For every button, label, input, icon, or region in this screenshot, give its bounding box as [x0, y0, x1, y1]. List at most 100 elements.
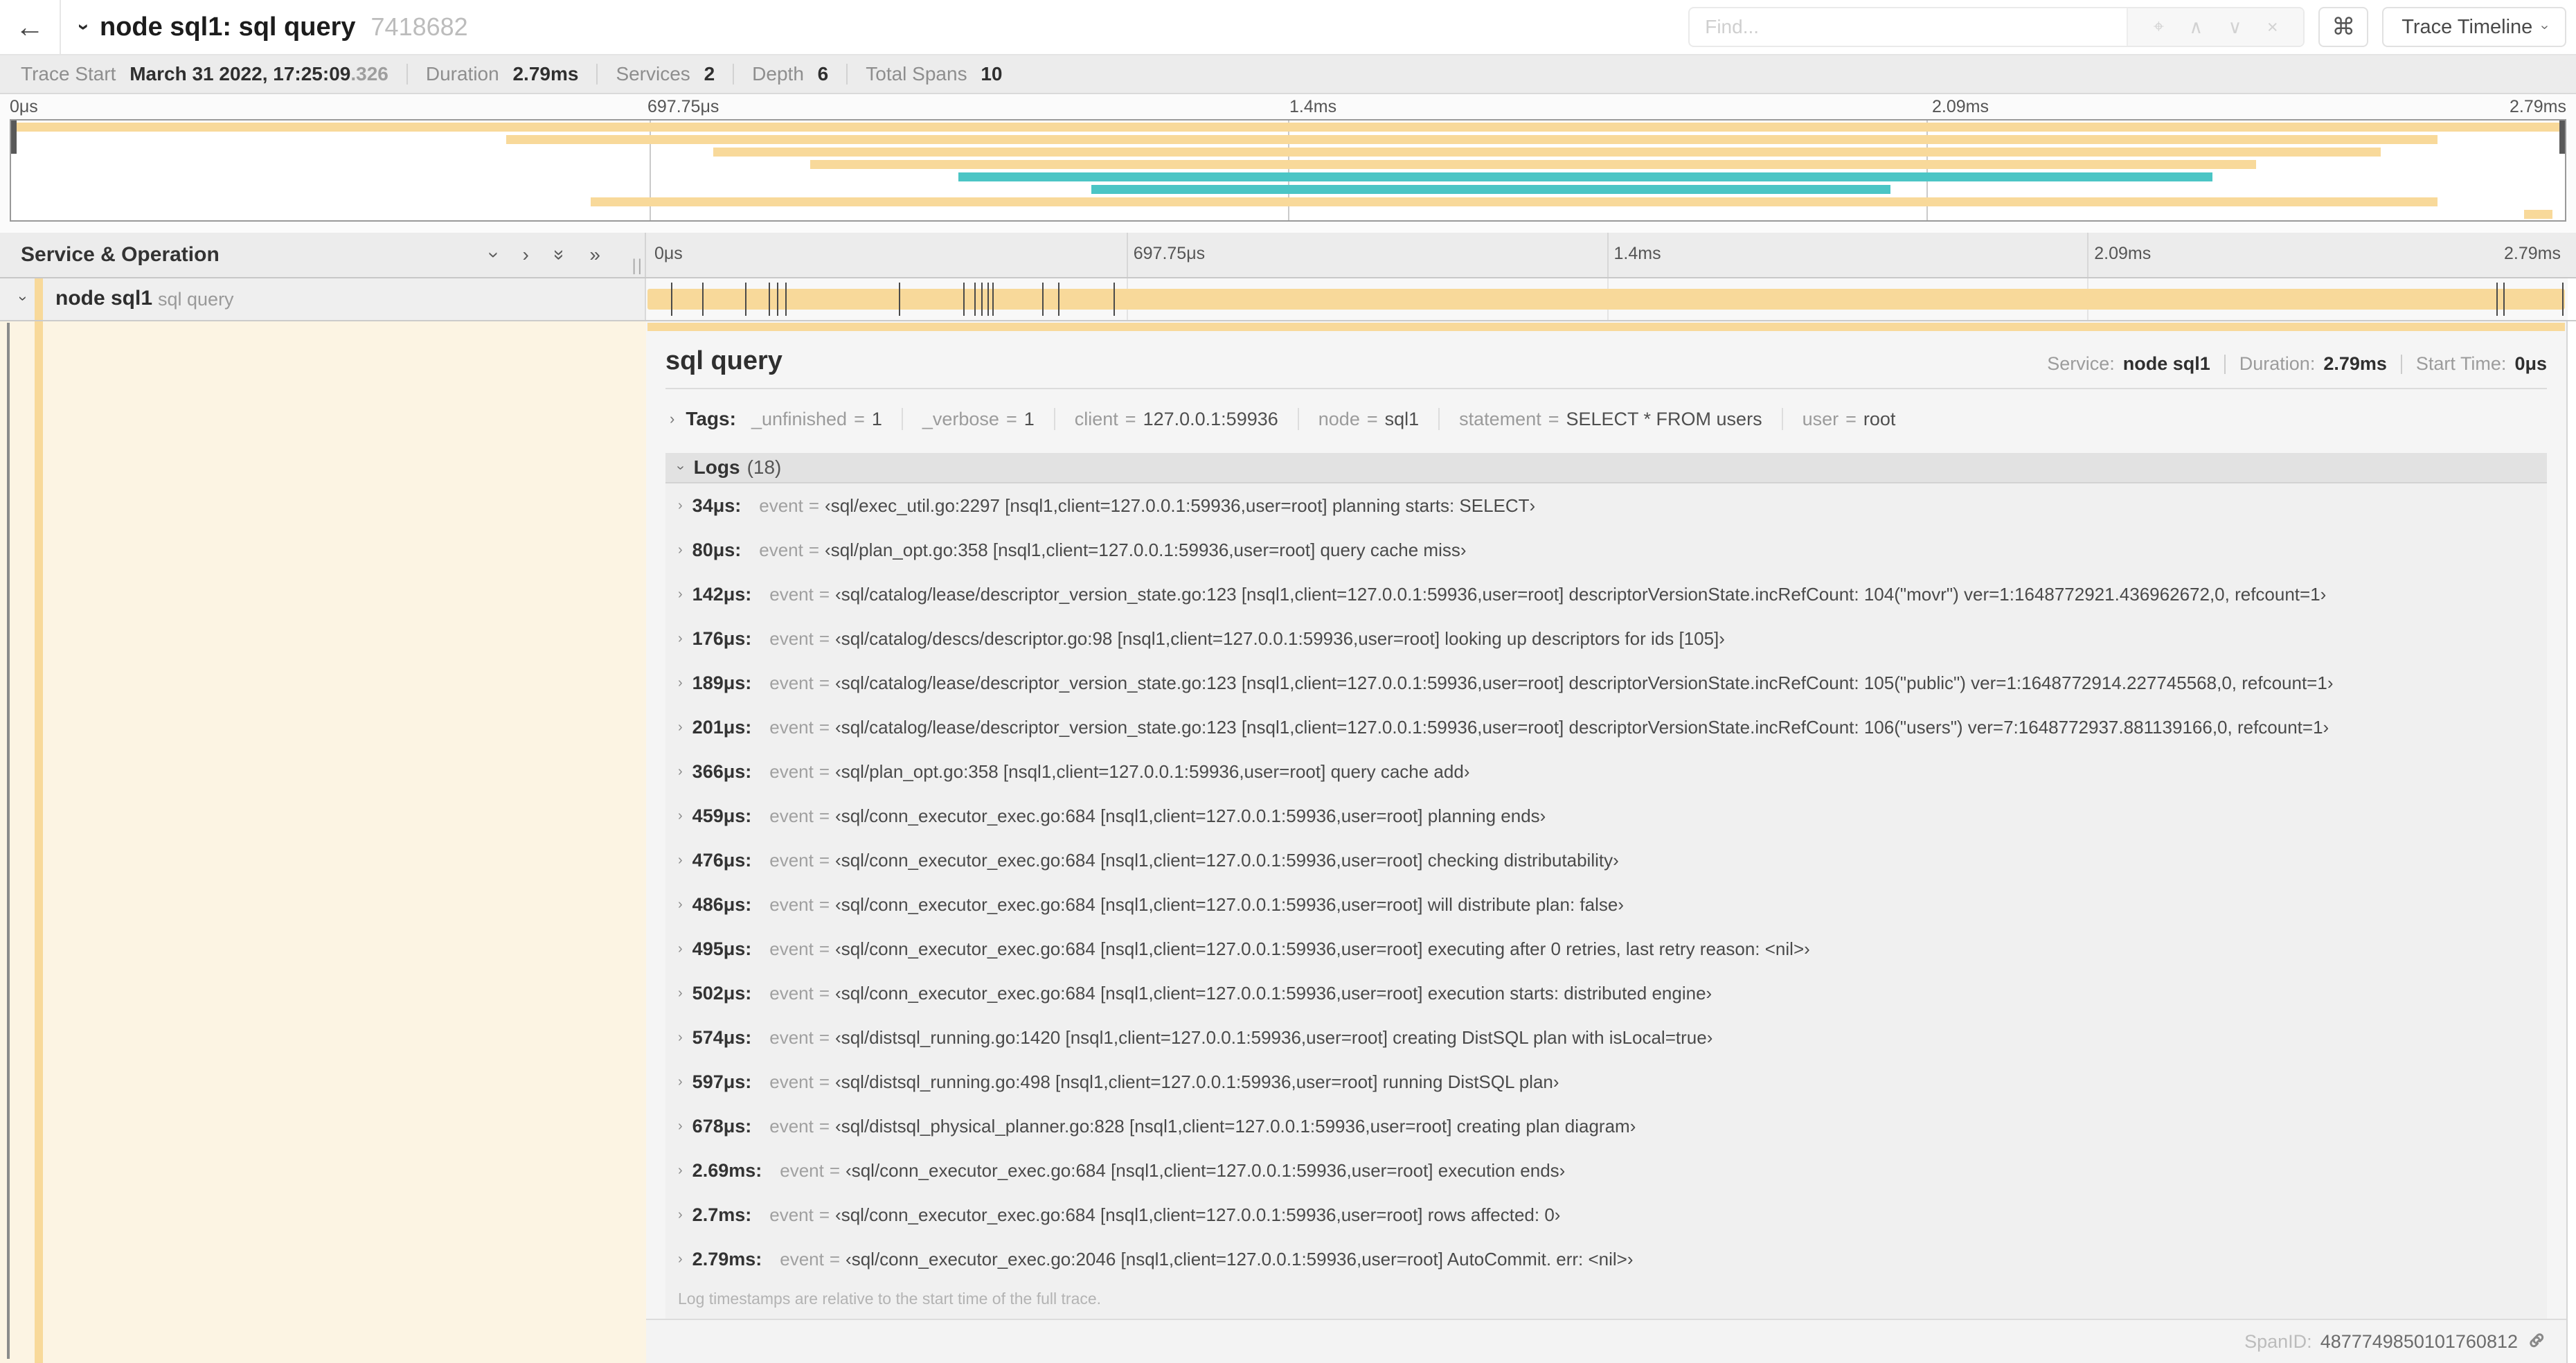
log-field-key: event: [769, 1204, 814, 1225]
log-row[interactable]: › 502μs: event = ‹sql/conn_executor_exec.go:…: [665, 971, 2547, 1015]
log-row[interactable]: › 678μs: event = ‹sql/distsql_physical_plann…: [665, 1104, 2547, 1148]
log-expand-chevron-right-icon[interactable]: ›: [678, 631, 683, 647]
trace-summary-bar: Trace Start March 31 2022, 17:25:09.326 D…: [0, 55, 2576, 94]
log-field-key: event: [780, 1248, 824, 1270]
log-tick-marker: [899, 283, 901, 316]
collapse-all-double-chevron-down-icon[interactable]: »: [548, 249, 571, 260]
logs-collapse-chevron-down-icon[interactable]: ›: [672, 465, 688, 470]
span-duration-bar[interactable]: [647, 283, 2565, 316]
log-row[interactable]: › 574μs: event = ‹sql/distsql_running.go:142…: [665, 1015, 2547, 1060]
minimap-tick-label: 1.4ms: [1289, 97, 1337, 116]
trace-view-dropdown[interactable]: Trace Timeline ›: [2382, 7, 2566, 47]
log-field-value: ‹sql/plan_opt.go:358 [nsql1,client=127.0…: [825, 539, 1467, 560]
log-expand-chevron-right-icon[interactable]: ›: [678, 1119, 683, 1134]
back-button[interactable]: ←: [0, 0, 61, 54]
tag-item[interactable]: _verbose = 1: [922, 409, 1035, 430]
tag-separator: [1297, 408, 1299, 430]
log-expand-chevron-right-icon[interactable]: ›: [678, 675, 683, 691]
log-field-key: event: [769, 1115, 814, 1137]
log-row[interactable]: › 80μs: event = ‹sql/plan_opt.go:358 [nsql1,…: [665, 528, 2547, 572]
summary-item-value: March 31 2022, 17:25:09: [129, 63, 351, 84]
find-input[interactable]: [1690, 8, 2127, 46]
log-row[interactable]: › 142μs: event = ‹sql/catalog/lease/descript…: [665, 572, 2547, 616]
log-row[interactable]: › 486μs: event = ‹sql/conn_executor_exec.go:…: [665, 882, 2547, 927]
locate-icon[interactable]: ⌖: [2154, 16, 2164, 38]
log-row[interactable]: › 189μs: event = ‹sql/catalog/lease/descript…: [665, 661, 2547, 705]
log-equals: =: [819, 938, 830, 959]
log-expand-chevron-right-icon[interactable]: ›: [678, 542, 683, 558]
log-expand-chevron-right-icon[interactable]: ›: [678, 808, 683, 824]
tag-item[interactable]: node = sql1: [1318, 409, 1419, 430]
span-collapse-chevron-down-icon[interactable]: ›: [15, 296, 33, 301]
span-timeline-cell[interactable]: [646, 278, 2568, 320]
minimap-left-drag-handle[interactable]: [11, 121, 17, 154]
log-field-key: event: [780, 1159, 824, 1181]
log-row[interactable]: › 201μs: event = ‹sql/catalog/lease/descript…: [665, 705, 2547, 749]
log-row[interactable]: › 476μs: event = ‹sql/conn_executor_exec.go:…: [665, 838, 2547, 882]
clear-find-icon[interactable]: ×: [2267, 17, 2278, 38]
logs-header[interactable]: › Logs (18): [665, 453, 2547, 483]
log-expand-chevron-right-icon[interactable]: ›: [678, 1030, 683, 1046]
log-row[interactable]: › 495μs: event = ‹sql/conn_executor_exec.go:…: [665, 927, 2547, 971]
log-expand-chevron-right-icon[interactable]: ›: [678, 764, 683, 780]
log-expand-chevron-right-icon[interactable]: ›: [678, 587, 683, 603]
tags-row[interactable]: › Tags: _unfinished = 1 _verbose = 1 client = 12…: [665, 399, 2547, 439]
tag-value: root: [1863, 408, 1896, 429]
expand-one-chevron-right-icon[interactable]: ›: [523, 244, 529, 266]
log-expand-chevron-right-icon[interactable]: ›: [678, 720, 683, 736]
tag-item[interactable]: statement = SELECT * FROM users: [1459, 409, 1762, 430]
tag-value: SELECT * FROM users: [1566, 408, 1762, 429]
log-expand-chevron-right-icon[interactable]: ›: [678, 1251, 683, 1267]
tag-item[interactable]: user = root: [1803, 409, 1896, 430]
log-expand-chevron-right-icon[interactable]: ›: [678, 498, 683, 514]
tag-item[interactable]: client = 127.0.0.1:59936: [1075, 409, 1278, 430]
log-row[interactable]: › 2.69ms: event = ‹sql/conn_executor_exec.go…: [665, 1148, 2547, 1193]
log-row[interactable]: › 366μs: event = ‹sql/plan_opt.go:358 [nsql1…: [665, 749, 2547, 794]
collapse-one-chevron-down-icon[interactable]: ›: [483, 251, 506, 258]
deep-link-icon[interactable]: [2528, 1331, 2548, 1352]
log-expand-chevron-right-icon[interactable]: ›: [678, 1074, 683, 1090]
log-expand-chevron-right-icon[interactable]: ›: [678, 941, 683, 957]
timeline-grid-header: Service & Operation › › » » || 0μs 697.75…: [0, 233, 2576, 278]
keyboard-shortcuts-button[interactable]: ⌘: [2318, 7, 2369, 47]
expanded-row-accent[interactable]: [7, 323, 10, 1359]
log-row[interactable]: › 2.79ms: event = ‹sql/conn_executor_exec.go…: [665, 1237, 2547, 1281]
log-equals: =: [819, 893, 830, 915]
minimap-span-graph[interactable]: [10, 119, 2566, 222]
column-resizer-handle[interactable]: ||: [632, 256, 643, 276]
log-timestamp: 495μs:: [692, 938, 752, 959]
detail-meta-separator: [2400, 354, 2402, 374]
tag-value: 127.0.0.1:59936: [1143, 408, 1278, 429]
log-expand-chevron-right-icon[interactable]: ›: [678, 1207, 683, 1223]
trace-title-chevron-down-icon[interactable]: ›: [72, 24, 96, 30]
detail-meta-label: Start Time:: [2415, 353, 2507, 374]
log-tick-marker: [963, 283, 965, 316]
expand-all-double-chevron-right-icon[interactable]: »: [589, 244, 600, 266]
span-name-cell[interactable]: › node sql1 sql query: [0, 278, 646, 320]
tags-list: _unfinished = 1 _verbose = 1 client = 127.0.0.1:…: [751, 408, 1895, 430]
log-expand-chevron-right-icon[interactable]: ›: [678, 986, 683, 1001]
log-tick-marker: [2503, 283, 2505, 316]
log-row[interactable]: › 34μs: event = ‹sql/exec_util.go:2297 [nsql…: [665, 483, 2547, 528]
summary-item: Duration 2.79ms: [426, 63, 579, 85]
spanid-label: SpanID:: [2244, 1330, 2312, 1352]
log-expand-chevron-right-icon[interactable]: ›: [678, 1163, 683, 1179]
back-arrow-icon: ←: [15, 10, 44, 43]
tags-expand-chevron-right-icon[interactable]: ›: [670, 410, 674, 428]
timeline-tick-label: 2.09ms: [2094, 244, 2152, 263]
log-row[interactable]: › 176μs: event = ‹sql/catalog/descs/descript…: [665, 616, 2547, 661]
log-row[interactable]: › 597μs: event = ‹sql/distsql_running.go:498…: [665, 1060, 2547, 1104]
tag-equals: =: [854, 408, 865, 429]
detail-header-divider: [665, 388, 2547, 389]
log-expand-chevron-right-icon[interactable]: ›: [678, 897, 683, 913]
minimap-right-drag-handle[interactable]: [2559, 121, 2565, 154]
log-expand-chevron-right-icon[interactable]: ›: [678, 853, 683, 868]
summary-item-suffix: .326: [350, 63, 388, 84]
log-row[interactable]: › 459μs: event = ‹sql/conn_executor_exec.go:…: [665, 794, 2547, 838]
log-row[interactable]: › 2.7ms: event = ‹sql/conn_executor_exec.go:…: [665, 1193, 2547, 1237]
log-tick-marker: [670, 283, 672, 316]
tag-item[interactable]: _unfinished = 1: [751, 409, 882, 430]
next-match-chevron-down-icon[interactable]: ∨: [2228, 17, 2242, 38]
prev-match-chevron-up-icon[interactable]: ∧: [2189, 17, 2203, 38]
log-field-value: ‹sql/plan_opt.go:358 [nsql1,client=127.0…: [835, 760, 1470, 782]
